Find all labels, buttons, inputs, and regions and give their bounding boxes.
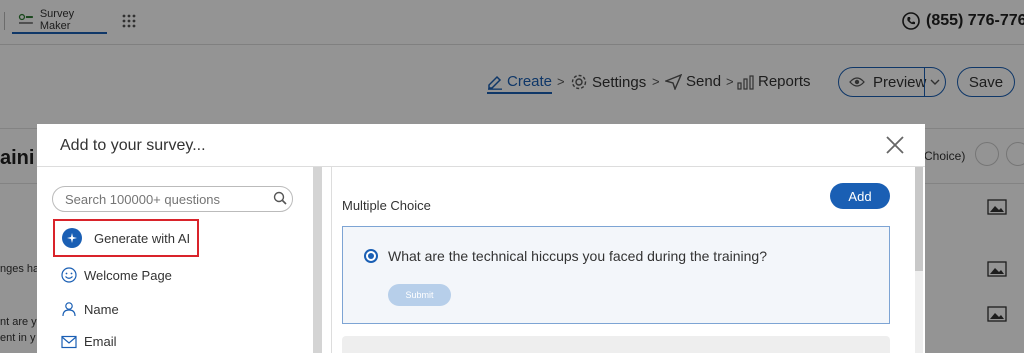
close-icon[interactable]	[886, 136, 904, 154]
ai-sparkle-icon	[62, 228, 82, 248]
name-label: Name	[84, 301, 119, 317]
name-item[interactable]: Name	[61, 301, 119, 317]
modal-header: Add to your survey...	[37, 124, 925, 167]
submit-button: Submit	[388, 284, 451, 306]
question-preview-card[interactable]: What are the technical hiccups you faced…	[342, 226, 890, 324]
left-panel-scrollbar[interactable]	[313, 167, 322, 353]
welcome-page-label: Welcome Page	[84, 267, 172, 283]
add-to-survey-modal: Add to your survey... Generate with AI W…	[37, 124, 925, 353]
question-text: What are the technical hiccups you faced…	[388, 248, 768, 264]
welcome-page-item[interactable]: Welcome Page	[61, 267, 172, 283]
generate-with-ai-label: Generate with AI	[94, 230, 191, 246]
right-panel-scrollbar[interactable]	[915, 167, 923, 353]
person-icon	[62, 302, 76, 317]
radio-button-icon	[364, 249, 378, 263]
generate-with-ai-item[interactable]: Generate with AI	[53, 219, 199, 257]
modal-title: Add to your survey...	[60, 137, 206, 154]
question-bank-panel: Generate with AI Welcome Page Name Email	[37, 167, 322, 353]
envelope-icon	[61, 335, 77, 348]
smiley-icon	[61, 267, 77, 283]
question-type-label: Multiple Choice	[342, 198, 431, 213]
add-button[interactable]: Add	[830, 183, 890, 209]
email-item[interactable]: Email	[61, 334, 117, 349]
scrollbar-thumb[interactable]	[915, 167, 923, 271]
next-question-card[interactable]	[342, 336, 890, 353]
search-icon[interactable]	[273, 191, 287, 205]
email-label: Email	[84, 334, 117, 349]
search-input[interactable]	[52, 186, 293, 212]
